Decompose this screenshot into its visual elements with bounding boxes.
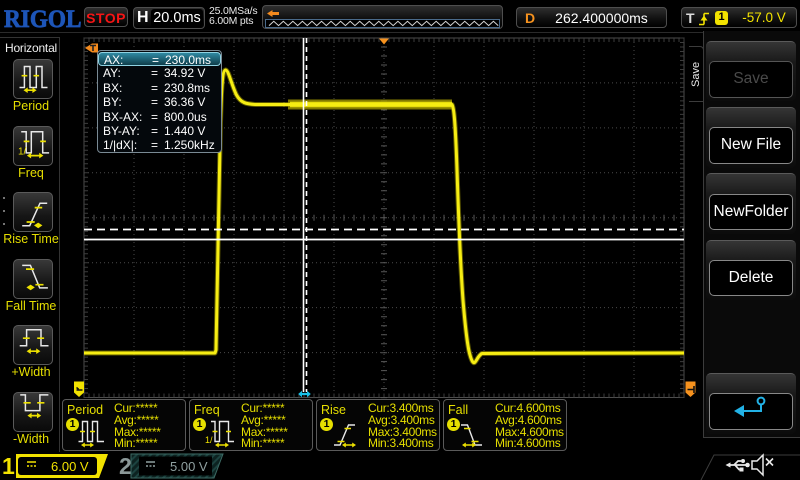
svg-text:1/: 1/: [18, 146, 27, 157]
svg-text:5.00 V: 5.00 V: [170, 459, 208, 474]
svg-text:6.00 V: 6.00 V: [51, 459, 89, 474]
svg-text:1/: 1/: [205, 435, 213, 445]
